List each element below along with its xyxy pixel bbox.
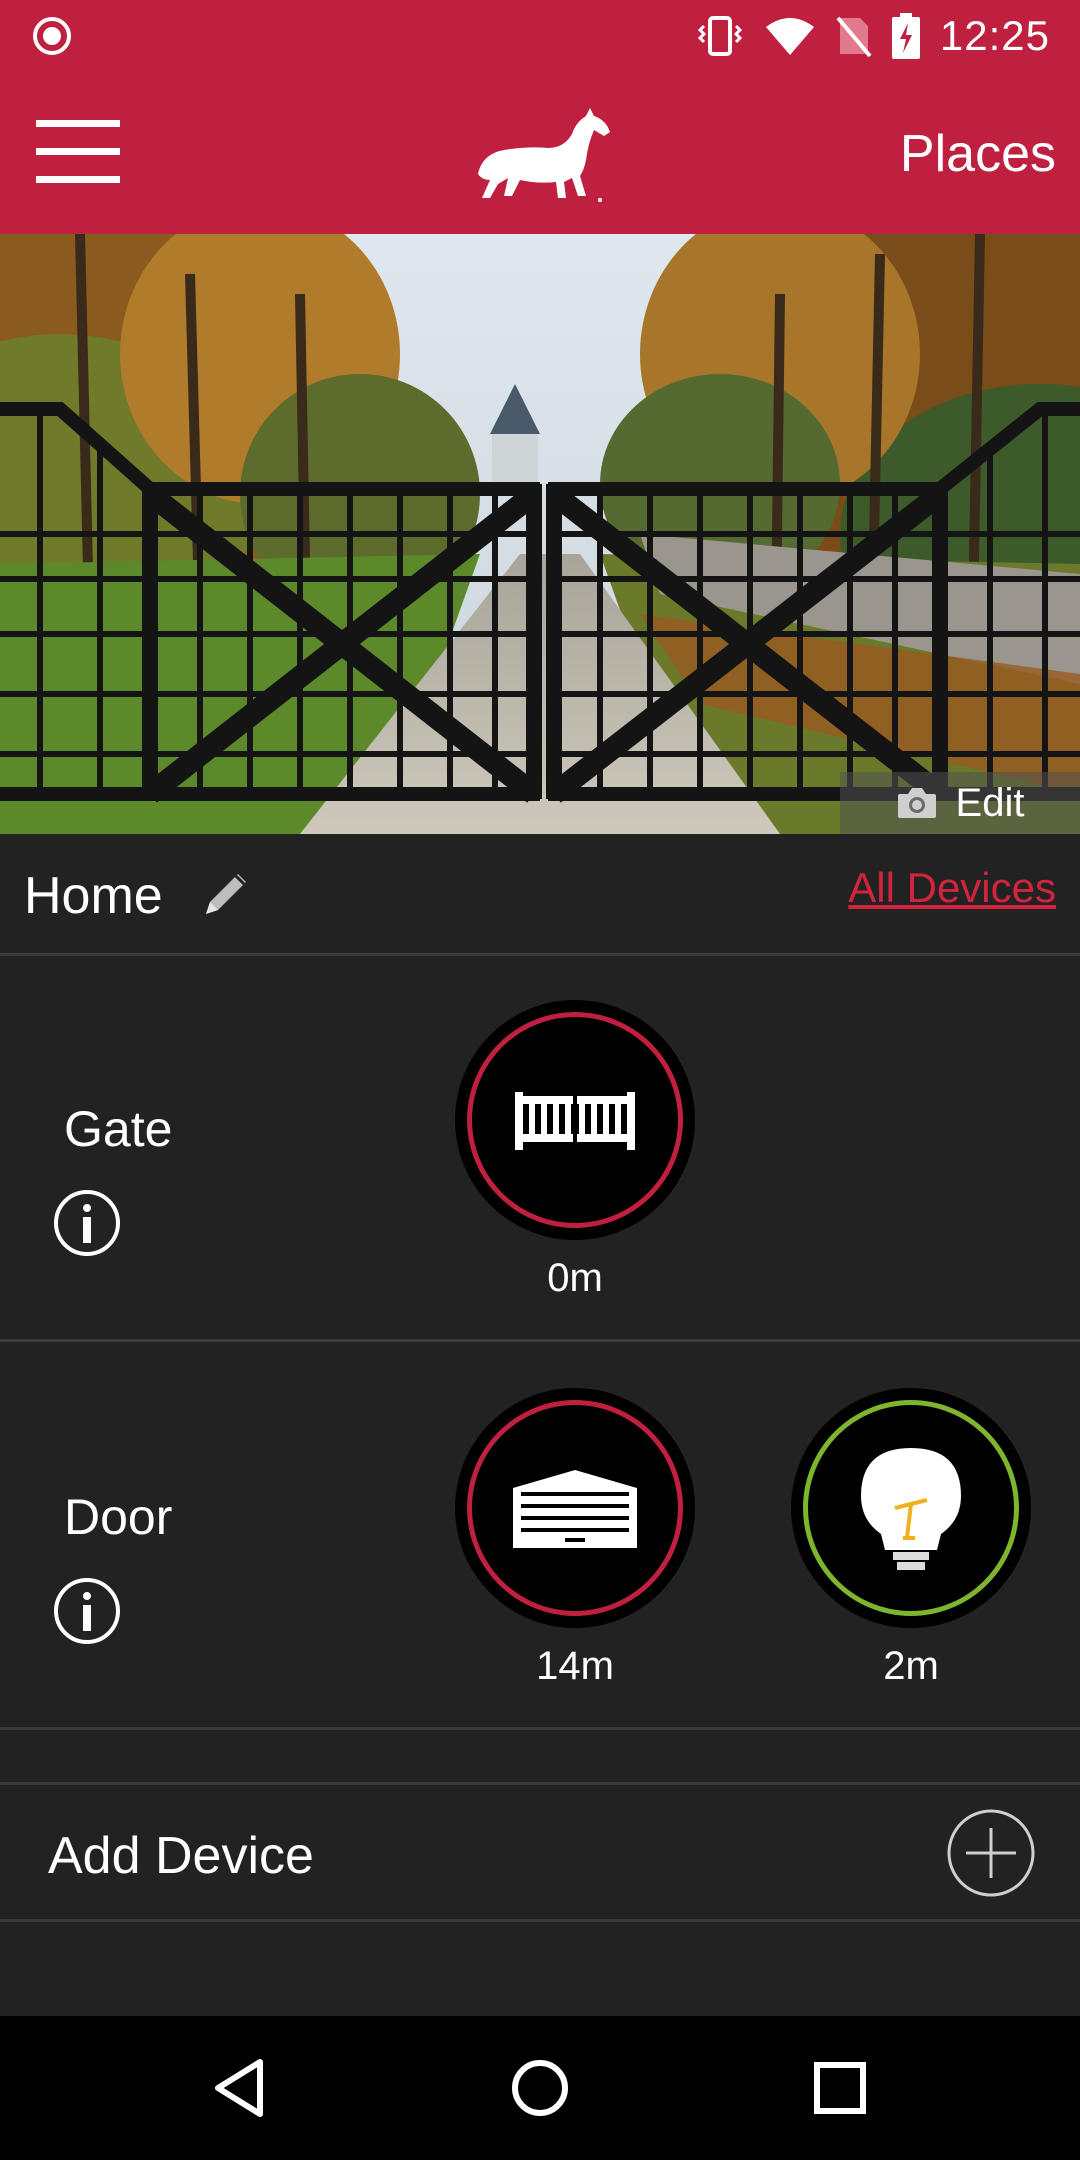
- device-gate[interactable]: 0m: [455, 1000, 695, 1320]
- group-name: Gate: [64, 1101, 173, 1157]
- device-light[interactable]: 2m: [791, 1388, 1031, 1708]
- place-photo: Edit: [0, 234, 1080, 834]
- battery-charging-icon: [891, 13, 920, 59]
- back-icon[interactable]: [204, 2052, 276, 2124]
- device-age: 14m: [536, 1644, 614, 1688]
- edit-photo-button[interactable]: Edit: [840, 772, 1080, 834]
- system-nav-bar: [0, 2016, 1080, 2160]
- device-age: 2m: [883, 1644, 939, 1688]
- pencil-icon[interactable]: [196, 864, 256, 924]
- status-bar: 12:25: [0, 0, 1080, 72]
- status-icons: 12:25: [696, 10, 1050, 62]
- home-icon[interactable]: [504, 2052, 576, 2124]
- device-group-gate: Gate 0m: [0, 956, 1080, 1342]
- divider-band: [0, 1733, 1080, 1785]
- recents-icon[interactable]: [804, 2052, 876, 2124]
- garage-door-icon: [513, 1470, 637, 1548]
- camera-icon: [897, 788, 936, 818]
- info-icon[interactable]: [52, 1188, 122, 1258]
- light-bulb-icon: [861, 1448, 961, 1570]
- device-age: 0m: [547, 1256, 603, 1300]
- plus-circle-icon: [947, 1809, 1035, 1897]
- wifi-icon: [765, 18, 814, 55]
- add-device-button[interactable]: Add Device: [0, 1786, 1080, 1922]
- gate-photo-illustration: [0, 234, 1080, 834]
- gate-icon: [515, 1092, 635, 1150]
- place-header: Home All Devices: [0, 834, 1080, 956]
- add-device-label: Add Device: [48, 1827, 314, 1885]
- device-garage-door[interactable]: 14m: [455, 1388, 695, 1708]
- no-sim-icon: [836, 16, 872, 58]
- place-name: Home: [24, 867, 163, 925]
- group-name: Door: [64, 1489, 173, 1545]
- recording-icon: [33, 17, 71, 55]
- device-group-door: Door 14m 2m: [0, 1344, 1080, 1730]
- info-icon[interactable]: [52, 1576, 122, 1646]
- vibrate-icon: [697, 16, 743, 56]
- status-time: 12:25: [939, 12, 1050, 59]
- all-devices-link[interactable]: All Devices: [848, 864, 1056, 912]
- hamburger-menu-icon[interactable]: [36, 120, 120, 183]
- places-button[interactable]: Places: [900, 124, 1056, 184]
- edit-label: Edit: [955, 780, 1025, 825]
- horse-logo: [478, 108, 610, 202]
